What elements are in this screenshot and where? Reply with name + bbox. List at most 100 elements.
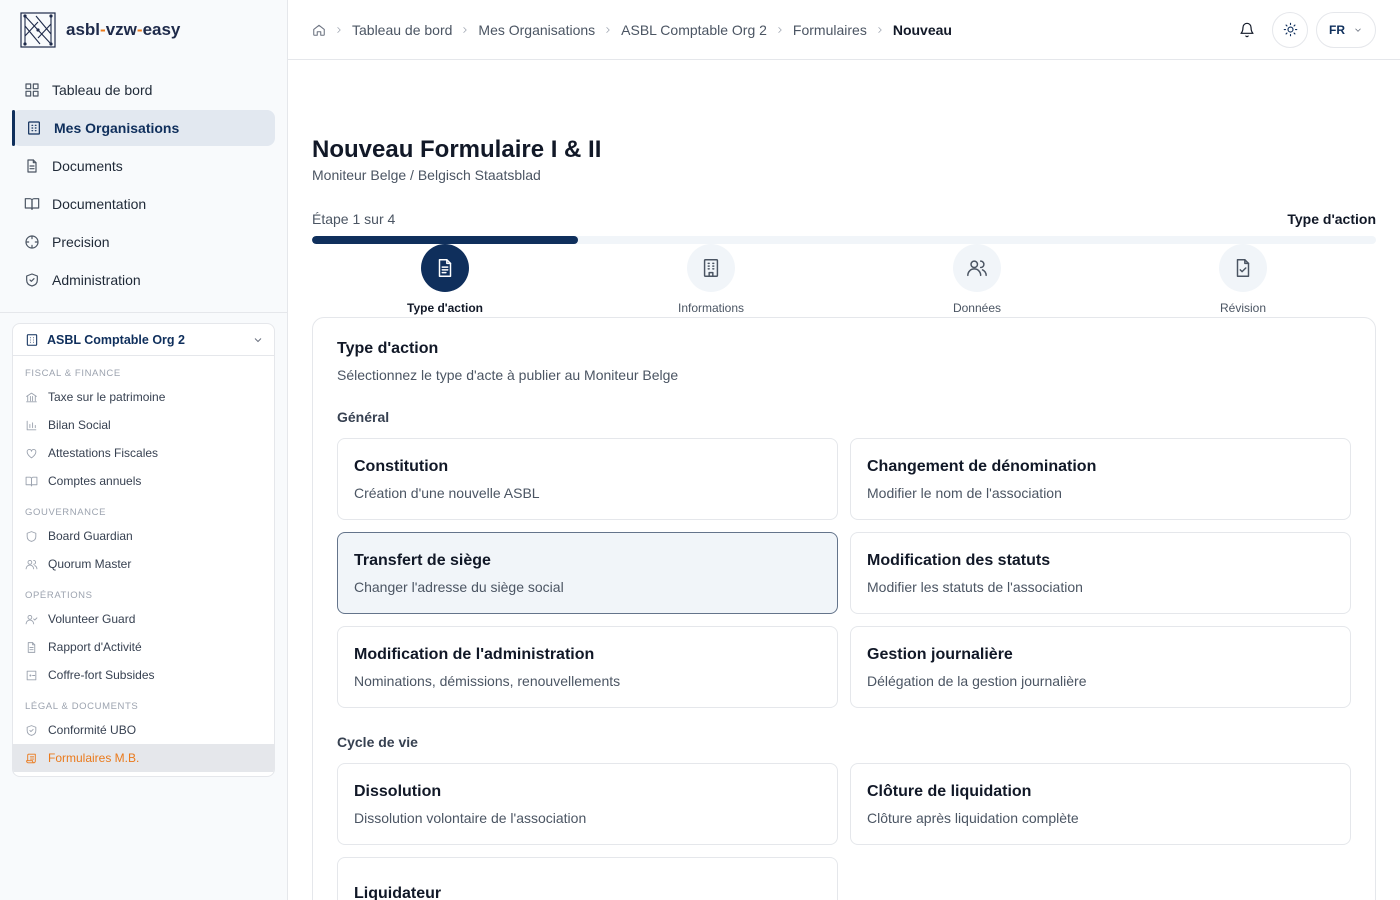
nav-item-organisations[interactable]: Mes Organisations xyxy=(12,110,275,146)
step-label: Révision xyxy=(1219,301,1267,315)
sun-icon xyxy=(1283,22,1297,37)
nav-item-administration[interactable]: Administration xyxy=(12,262,275,298)
org-panel: ASBL Comptable Org 2 Fiscal & Finance Ta… xyxy=(12,323,275,777)
nav-label: Administration xyxy=(52,272,141,288)
nav-item-documents[interactable]: Documents xyxy=(12,148,275,184)
step-type-action[interactable]: Type d'action xyxy=(312,244,578,316)
option-desc: Création d'une nouvelle ASBL xyxy=(354,484,540,501)
sub-item-quorum-master[interactable]: Quorum Master xyxy=(13,550,274,578)
shield-icon xyxy=(26,273,38,287)
option-title: Clôture de liquidation xyxy=(867,782,1032,800)
main-nav: Tableau de bord Mes Organisations Docume… xyxy=(0,60,287,313)
top-actions: FR xyxy=(1230,11,1376,48)
option-title: Modification des statuts xyxy=(867,551,1051,569)
sub-item-label: Volunteer Guard xyxy=(48,612,136,626)
page-title: Nouveau Formulaire I & II xyxy=(312,136,602,163)
main-content: Nouveau Formulaire I & II Moniteur Belge… xyxy=(288,60,1400,900)
option-constitution[interactable]: Constitution Création d'une nouvelle ASB… xyxy=(337,438,838,520)
sub-item-label: Formulaires M.B. xyxy=(48,751,140,765)
step-revision[interactable]: Révision xyxy=(1110,244,1376,316)
option-modification-administration[interactable]: Modification de l'administration Nominat… xyxy=(337,626,838,708)
page-subtitle: Moniteur Belge / Belgisch Staatsblad xyxy=(312,167,541,183)
breadcrumb: Tableau de bord Mes Organisations ASBL C… xyxy=(312,22,952,38)
section-label: Légal & Documents xyxy=(25,701,139,712)
theme-toggle-button[interactable] xyxy=(1272,11,1308,48)
option-title: Transfert de siège xyxy=(354,551,491,569)
sub-item-label: Conformité UBO xyxy=(48,723,137,737)
logo-icon xyxy=(20,12,56,48)
home-icon[interactable] xyxy=(312,23,326,37)
nav-item-documentation[interactable]: Documentation xyxy=(12,186,275,222)
sub-item-taxe-patrimoine[interactable]: Taxe sur le patrimoine xyxy=(13,383,274,411)
progress-fill xyxy=(312,236,578,244)
breadcrumb-dashboard[interactable]: Tableau de bord xyxy=(352,22,452,38)
option-dissolution[interactable]: Dissolution Dissolution volontaire de l'… xyxy=(337,763,838,845)
options-grid-general: Constitution Création d'une nouvelle ASB… xyxy=(337,438,1351,708)
sub-item-label: Board Guardian xyxy=(48,529,133,543)
notifications-button[interactable] xyxy=(1230,13,1264,47)
language-select[interactable]: FR xyxy=(1316,11,1376,48)
step-donnees[interactable]: Données xyxy=(844,244,1110,316)
building-icon xyxy=(26,333,38,346)
sub-item-bilan-social[interactable]: Bilan Social xyxy=(13,411,274,439)
book-icon xyxy=(24,198,40,210)
option-cloture-liquidation[interactable]: Clôture de liquidation Clôture après liq… xyxy=(850,763,1351,845)
breadcrumb-formulaires[interactable]: Formulaires xyxy=(793,22,867,38)
book-icon xyxy=(25,476,38,486)
topbar: Tableau de bord Mes Organisations ASBL C… xyxy=(288,0,1400,60)
option-modification-statuts[interactable]: Modification des statuts Modifier les st… xyxy=(850,532,1351,614)
breadcrumb-organisations[interactable]: Mes Organisations xyxy=(478,22,595,38)
sub-item-label: Taxe sur le patrimoine xyxy=(48,390,166,404)
card-title: Type d'action xyxy=(337,340,439,357)
option-title: Modification de l'administration xyxy=(354,645,595,663)
sub-item-coffre-fort[interactable]: Coffre-fort Subsides xyxy=(13,661,274,689)
chevron-right-icon xyxy=(606,26,610,33)
sub-item-comptes-annuels[interactable]: Comptes annuels xyxy=(13,467,274,495)
heart-icon xyxy=(26,448,37,458)
sub-item-formulaires-mb[interactable]: Formulaires M.B. xyxy=(13,744,274,772)
sidebar: asbl-vzw-easy Tableau de bord Mes Organi… xyxy=(0,0,288,900)
building-icon xyxy=(28,121,40,135)
option-gestion-journaliere[interactable]: Gestion journalière Délégation de la ges… xyxy=(850,626,1351,708)
option-liquidateur[interactable]: Liquidateur xyxy=(337,857,838,900)
brand[interactable]: asbl-vzw-easy xyxy=(0,0,287,60)
option-changement-denomination[interactable]: Changement de dénomination Modifier le n… xyxy=(850,438,1351,520)
nav-item-precision[interactable]: Precision xyxy=(12,224,275,260)
step-informations[interactable]: Informations xyxy=(578,244,844,316)
dashboard-icon xyxy=(25,83,39,97)
nav-label: Tableau de bord xyxy=(52,82,153,98)
org-name: ASBL Comptable Org 2 xyxy=(47,332,185,347)
users-icon xyxy=(967,260,987,277)
step-circle xyxy=(421,244,469,292)
scroll-icon xyxy=(26,753,36,763)
sub-item-conformite-ubo[interactable]: Conformité UBO xyxy=(13,716,274,744)
nav-item-dashboard[interactable]: Tableau de bord xyxy=(12,72,275,108)
card-subtitle: Sélectionnez le type d'acte à publier au… xyxy=(337,367,679,383)
sub-item-rapport-activite[interactable]: Rapport d'Activité xyxy=(13,633,274,661)
option-title: Gestion journalière xyxy=(867,645,1013,663)
org-selector[interactable]: ASBL Comptable Org 2 xyxy=(13,324,274,356)
bank-icon xyxy=(26,392,37,402)
crosshair-icon xyxy=(25,235,39,249)
chevron-right-icon xyxy=(337,26,341,33)
sub-item-label: Comptes annuels xyxy=(48,474,142,488)
sub-item-volunteer-guard[interactable]: Volunteer Guard xyxy=(13,605,274,633)
option-title: Dissolution xyxy=(354,782,442,800)
option-desc: Changer l'adresse du siège social xyxy=(354,578,564,595)
option-desc: Clôture après liquidation complète xyxy=(867,809,1079,826)
option-desc: Modifier les statuts de l'association xyxy=(867,578,1083,595)
sub-item-board-guardian[interactable]: Board Guardian xyxy=(13,522,274,550)
chevron-right-icon xyxy=(463,26,468,33)
action-type-card: Type d'action Sélectionnez le type d'act… xyxy=(312,317,1376,900)
section-label: Gouvernance xyxy=(25,507,107,518)
option-transfert-siege[interactable]: Transfert de siège Changer l'adresse du … xyxy=(337,532,838,614)
sub-item-label: Bilan Social xyxy=(48,418,111,432)
vault-icon xyxy=(26,670,37,680)
chevron-right-icon xyxy=(878,26,882,33)
sub-item-label: Quorum Master xyxy=(48,557,132,571)
sub-item-attestations-fiscales[interactable]: Attestations Fiscales xyxy=(13,439,274,467)
document-text-icon xyxy=(438,259,452,277)
document-icon xyxy=(27,159,37,173)
stepper: Type d'action Informations Données Révis… xyxy=(312,244,1376,316)
breadcrumb-org[interactable]: ASBL Comptable Org 2 xyxy=(621,22,767,38)
